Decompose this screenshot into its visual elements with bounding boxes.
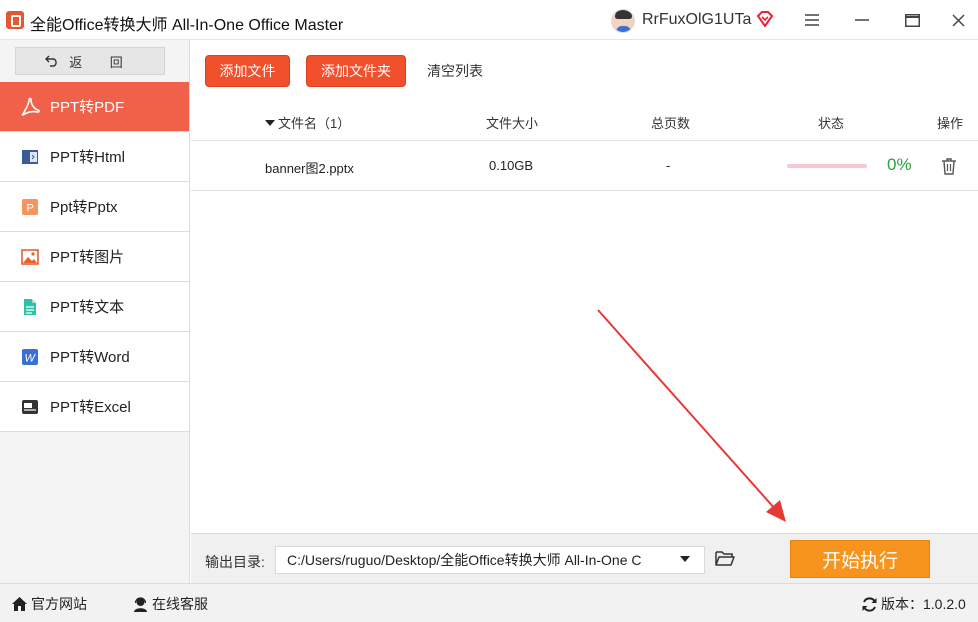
back-button[interactable]: 返 回 bbox=[15, 47, 165, 75]
sidebar-item-label: PPT转Word bbox=[50, 349, 130, 366]
html-icon bbox=[20, 147, 40, 167]
column-header-size: 文件大小 bbox=[486, 116, 539, 131]
sidebar-item-ppt-to-pptx[interactable]: P Ppt转Pptx bbox=[0, 182, 189, 232]
sidebar-item-label: PPT转文本 bbox=[50, 299, 125, 316]
svg-text:W: W bbox=[25, 352, 37, 364]
sidebar-item-ppt-to-excel[interactable]: PPT转Excel bbox=[0, 382, 189, 432]
folder-icon[interactable] bbox=[715, 549, 735, 567]
home-icon bbox=[10, 595, 28, 613]
add-folder-button[interactable]: 添加文件夹 bbox=[306, 55, 406, 87]
user-avatar[interactable] bbox=[611, 9, 635, 33]
sidebar-item-label: Ppt转Pptx bbox=[50, 199, 118, 216]
sidebar-item-ppt-to-word[interactable]: W PPT转Word bbox=[0, 332, 189, 382]
close-icon[interactable] bbox=[938, 6, 978, 34]
sidebar-item-ppt-to-html[interactable]: PPT转Html bbox=[0, 132, 189, 182]
sidebar-item-label: PPT转PDF bbox=[50, 99, 125, 116]
title-bar: 全能Office转换大师 All-In-One Office Master Rr… bbox=[0, 0, 978, 40]
file-name: banner图2.pptx bbox=[265, 161, 354, 176]
column-header-filename[interactable]: 文件名（1） bbox=[265, 113, 350, 132]
version-info[interactable]: 版本：1.0.2.0 bbox=[860, 594, 966, 614]
back-arrow-icon bbox=[45, 55, 57, 67]
sidebar-item-ppt-to-text[interactable]: PPT转文本 bbox=[0, 282, 189, 332]
sidebar-nav: PPT转PDF PPT转Html P Ppt转Pptx PPT转图片 PPT转文… bbox=[0, 82, 189, 432]
pptx-icon: P bbox=[20, 197, 40, 217]
app-title: 全能Office转换大师 All-In-One Office Master bbox=[30, 17, 344, 34]
output-bar: 输出目录: C:/Users/ruguo/Desktop/全能Office转换大… bbox=[191, 533, 978, 583]
app-logo-icon bbox=[6, 11, 24, 29]
maximize-icon[interactable] bbox=[892, 6, 932, 34]
official-website-link[interactable]: 官方网站 bbox=[10, 594, 87, 614]
image-icon bbox=[20, 247, 40, 267]
menu-icon[interactable] bbox=[792, 6, 832, 34]
progress-percent: 0% bbox=[887, 155, 912, 174]
progress-bar bbox=[787, 164, 867, 168]
excel-icon bbox=[20, 397, 40, 417]
chevron-down-icon[interactable] bbox=[680, 556, 690, 562]
vip-diamond-icon[interactable] bbox=[756, 11, 774, 27]
pdf-icon bbox=[20, 97, 40, 117]
customer-service-icon bbox=[131, 595, 149, 613]
output-dir-select[interactable]: C:/Users/ruguo/Desktop/全能Office转换大师 All-… bbox=[275, 546, 705, 574]
sidebar-item-ppt-to-pdf[interactable]: PPT转PDF bbox=[0, 82, 189, 132]
annotation-arrow bbox=[597, 309, 786, 522]
online-service-link[interactable]: 在线客服 bbox=[131, 594, 208, 614]
add-file-button[interactable]: 添加文件 bbox=[205, 55, 290, 87]
clear-list-button[interactable]: 清空列表 bbox=[422, 55, 488, 87]
column-header-status: 状态 bbox=[818, 116, 845, 131]
refresh-icon bbox=[860, 595, 878, 613]
sidebar-item-label: PPT转Html bbox=[50, 149, 126, 166]
sidebar: 返 回 PPT转PDF PPT转Html P Ppt转Pptx PPT转图片 P… bbox=[0, 40, 190, 583]
minimize-icon[interactable] bbox=[842, 6, 882, 34]
svg-text:P: P bbox=[27, 202, 34, 214]
file-table-header: 文件名（1） 文件大小 总页数 状态 操作 bbox=[191, 100, 978, 141]
column-header-operations: 操作 bbox=[937, 116, 964, 131]
start-button[interactable]: 开始执行 bbox=[790, 540, 930, 578]
sort-caret-icon bbox=[265, 120, 275, 126]
sidebar-item-label: PPT转Excel bbox=[50, 399, 131, 416]
word-icon: W bbox=[20, 347, 40, 367]
sidebar-item-label: PPT转图片 bbox=[50, 249, 125, 266]
output-dir-label: 输出目录: bbox=[205, 554, 265, 570]
username[interactable]: RrFuxOlG1UTa bbox=[642, 11, 751, 29]
column-header-pages: 总页数 bbox=[651, 116, 691, 131]
page-count: - bbox=[666, 158, 671, 173]
trash-icon[interactable] bbox=[941, 157, 957, 175]
sidebar-item-ppt-to-image[interactable]: PPT转图片 bbox=[0, 232, 189, 282]
text-icon bbox=[20, 297, 40, 317]
back-label: 返 回 bbox=[69, 54, 135, 70]
status-bar: 官方网站 在线客服 版本：1.0.2.0 bbox=[0, 583, 978, 622]
table-row[interactable]: banner图2.pptx 0.10GB - 0% bbox=[191, 141, 978, 191]
file-size: 0.10GB bbox=[489, 158, 534, 173]
